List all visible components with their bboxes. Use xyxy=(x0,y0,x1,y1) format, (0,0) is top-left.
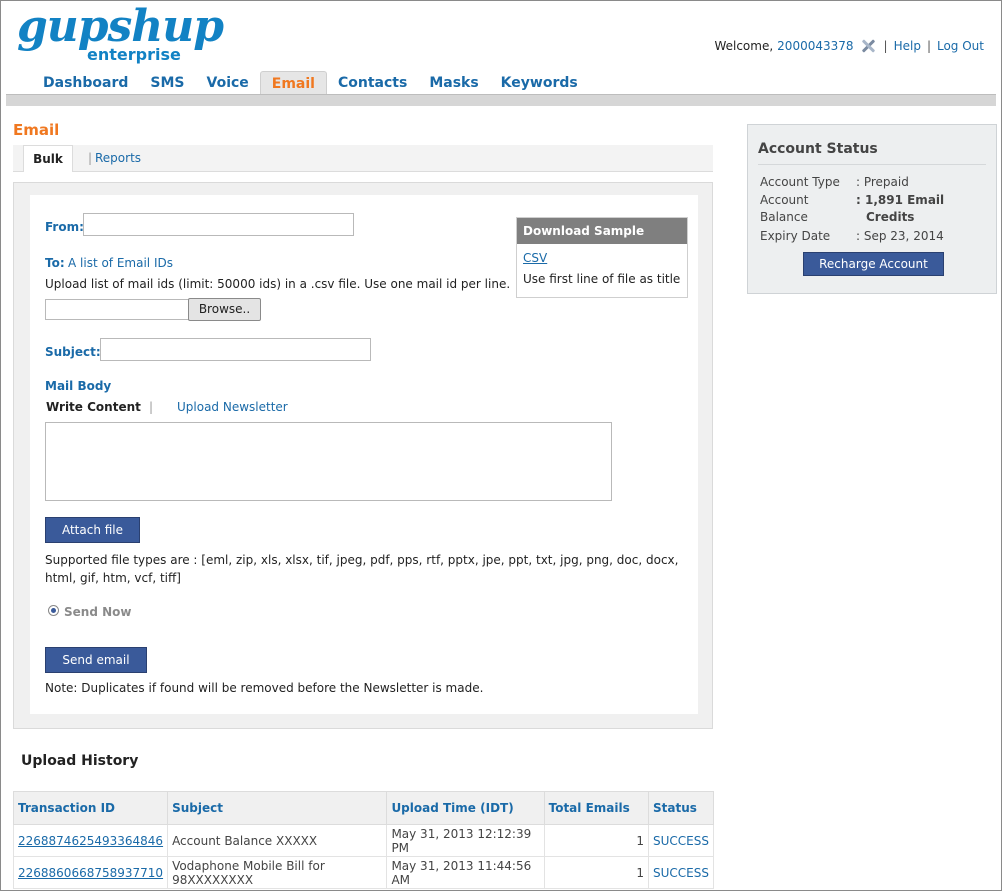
expiry-date-label: Expiry Date xyxy=(760,229,831,243)
nav-strip xyxy=(6,94,996,106)
email-list-link[interactable]: A list of Email IDs xyxy=(68,256,173,270)
user-bar: Welcome, 2000043378 | Help | Log Out xyxy=(714,38,984,54)
write-content-tab[interactable]: Write Content xyxy=(46,400,141,414)
account-balance-label: Account xyxy=(760,193,809,207)
expiry-date-value: : Sep 23, 2014 xyxy=(856,229,944,243)
download-sample-note: Use first line of file as title xyxy=(523,272,681,286)
separator: | xyxy=(883,39,888,53)
subject-label: Subject: xyxy=(45,345,101,359)
account-type-value: : Prepaid xyxy=(856,175,909,189)
status-cell: SUCCESS xyxy=(647,824,715,857)
email-form-panel: From: To: A list of Email IDs Upload lis… xyxy=(13,182,713,729)
total-emails-cell: 1 xyxy=(543,856,649,889)
csv-download-link[interactable]: CSV xyxy=(523,251,547,265)
welcome-text: Welcome, xyxy=(714,39,774,53)
separator: | xyxy=(88,151,93,165)
logo-subtitle: enterprise xyxy=(87,45,181,64)
upload-newsletter-tab[interactable]: Upload Newsletter xyxy=(177,400,288,414)
page-title: Email xyxy=(13,121,60,139)
subject-cell: Vodaphone Mobile Bill for 98XXXXXXXX xyxy=(167,856,388,889)
to-label: To: xyxy=(45,256,65,270)
logout-link[interactable]: Log Out xyxy=(937,39,984,53)
separator: | xyxy=(926,39,931,53)
mail-body-textarea[interactable] xyxy=(45,422,612,501)
table-row: 2268874625493364846 Account Balance XXXX… xyxy=(12,824,715,857)
table-header-row: Transaction ID Subject Upload Time (IDT)… xyxy=(12,791,715,825)
transaction-id-link[interactable]: 2268874625493364846 xyxy=(18,834,163,848)
send-now-label: Send Now xyxy=(64,605,132,619)
column-header: Upload Time (IDT) xyxy=(386,791,545,825)
upload-time-cell: May 31, 2013 11:44:56 AM xyxy=(386,856,545,889)
to-help-text: Upload list of mail ids (limit: 50000 id… xyxy=(45,277,511,291)
attach-file-button[interactable]: Attach file xyxy=(45,517,140,543)
supported-types-text: Supported file types are : [eml, zip, xl… xyxy=(45,553,679,585)
upload-time-cell: May 31, 2013 12:12:39 PM xyxy=(386,824,545,857)
account-balance-label-2: Balance xyxy=(760,210,808,224)
file-path-input[interactable] xyxy=(45,299,189,320)
tools-icon[interactable] xyxy=(860,38,876,54)
from-input[interactable] xyxy=(83,213,354,236)
duplicates-note: Note: Duplicates if found will be remove… xyxy=(45,681,484,695)
account-type-label: Account Type xyxy=(760,175,840,189)
from-label: From: xyxy=(45,220,84,234)
mail-body-label: Mail Body xyxy=(45,379,112,393)
column-header: Transaction ID xyxy=(12,791,169,825)
transaction-id-link[interactable]: 2268860668758937710 xyxy=(18,866,163,880)
subject-cell: Account Balance XXXXX xyxy=(167,824,388,857)
divider xyxy=(758,164,986,165)
total-emails-cell: 1 xyxy=(543,824,649,857)
account-balance-unit: Credits xyxy=(866,210,915,224)
column-header: Status xyxy=(647,791,715,825)
account-balance-value: : 1,891 Email xyxy=(856,193,945,207)
user-id-link[interactable]: 2000043378 xyxy=(777,39,853,53)
account-status-title: Account Status xyxy=(758,141,878,157)
subject-input[interactable] xyxy=(100,338,371,361)
gupshup-logo[interactable]: gupshup enterprise xyxy=(17,1,224,65)
download-sample-box: Download Sample CSV Use first line of fi… xyxy=(516,217,688,298)
browse-button[interactable]: Browse.. xyxy=(188,298,261,321)
sub-tabs: Bulk | Reports xyxy=(13,145,713,172)
column-header: Subject xyxy=(167,791,388,825)
email-form: From: To: A list of Email IDs Upload lis… xyxy=(30,195,698,714)
separator: | xyxy=(149,400,154,414)
upload-history-title: Upload History xyxy=(21,753,139,769)
column-header: Total Emails xyxy=(543,791,649,825)
status-cell: SUCCESS xyxy=(647,856,715,889)
account-status-panel: Account Status Account Type : Prepaid Ac… xyxy=(747,124,997,294)
tab-reports[interactable]: Reports xyxy=(95,151,141,165)
send-now-radio[interactable] xyxy=(48,605,59,616)
download-sample-title: Download Sample xyxy=(517,218,687,244)
table-row: 2268860668758937710 Vodaphone Mobile Bil… xyxy=(12,856,715,889)
recharge-account-button[interactable]: Recharge Account xyxy=(803,252,944,276)
help-link[interactable]: Help xyxy=(894,39,921,53)
tab-bulk[interactable]: Bulk xyxy=(23,145,73,172)
upload-history-table: Transaction ID Subject Upload Time (IDT)… xyxy=(12,791,715,889)
send-email-button[interactable]: Send email xyxy=(45,647,147,673)
